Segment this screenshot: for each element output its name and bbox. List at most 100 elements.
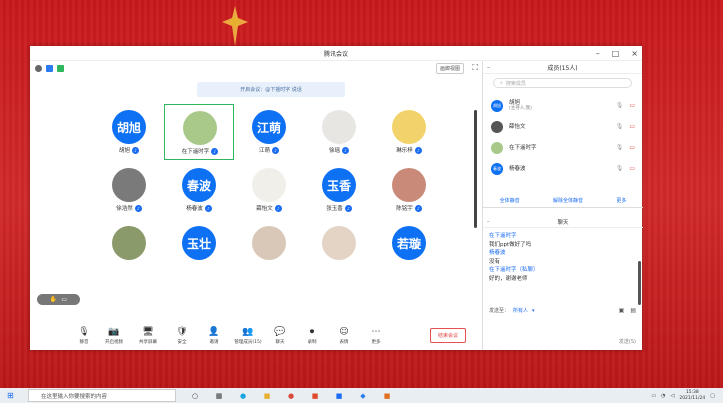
mic-icon[interactable]: 🎙 xyxy=(616,102,624,109)
participant-avatar: 若璇 xyxy=(392,226,426,260)
participant-tile[interactable]: 徐瑶 ♪ xyxy=(304,104,374,160)
fullscreen-icon[interactable]: ⛶ xyxy=(472,63,478,73)
participant-tile[interactable]: 胡旭 胡旭 ♪ xyxy=(94,104,164,160)
send-to-select[interactable]: 所有人 xyxy=(513,307,528,314)
share-screen-button[interactable]: 🖥 共享屏幕 xyxy=(134,322,162,350)
maximize-icon[interactable]: □ xyxy=(612,49,620,58)
toolbar-label: 共享屏幕 xyxy=(139,339,157,345)
close-icon[interactable]: × xyxy=(631,49,638,58)
task-view-icon[interactable]: ○ xyxy=(183,389,207,402)
participant-tile[interactable]: 薛怡文 ♪ xyxy=(234,162,304,218)
participant-tile[interactable]: 在下遥时字 ♪ xyxy=(164,104,234,160)
members-button[interactable]: 👥 管理成员(15) xyxy=(234,322,262,350)
participant-tile[interactable]: 玉香 张玉香 ♪ xyxy=(304,162,374,218)
send-button[interactable]: 发送(S) xyxy=(619,338,636,345)
participant-name: 江萌 ♪ xyxy=(234,146,304,154)
edge-icon[interactable]: ● xyxy=(231,389,255,402)
file-icon[interactable]: ▤ xyxy=(630,307,636,314)
chat-messages: 在下遥时字 我们ppt做好了吗 杨春波 没有 在下遥时字（私聊） 好的，谢谢老师 xyxy=(483,228,643,283)
mic-icon: ♪ xyxy=(204,204,212,212)
participant-tile[interactable]: 江萌 江萌 ♪ xyxy=(234,104,304,160)
camera-icon[interactable]: ▭ xyxy=(629,144,635,151)
collapse-icon[interactable]: – xyxy=(487,219,490,225)
chat-line: 在下遥时字 xyxy=(483,232,643,241)
notification-icon[interactable]: ▢ xyxy=(710,393,715,399)
multitask-icon[interactable]: ▦ xyxy=(207,389,231,402)
mic-icon[interactable]: 🎙 xyxy=(616,144,624,151)
meeting-app-icon[interactable]: ◆ xyxy=(351,389,375,402)
participant-tile[interactable]: 琳乐梓 ♪ xyxy=(374,104,444,160)
image-icon[interactable]: ▣ xyxy=(619,307,625,314)
app-icon[interactable]: ■ xyxy=(375,389,399,402)
gallery-view-button[interactable]: 画廊视图 xyxy=(435,63,464,74)
participant-tile[interactable]: 陈铭宇 ♪ xyxy=(374,162,444,218)
participant-tile[interactable] xyxy=(234,220,304,276)
camera-off-button[interactable]: 📷 开启视频 xyxy=(100,322,128,350)
participant-tile[interactable]: 春波 杨春波 ♪ xyxy=(164,162,234,218)
info-icon[interactable] xyxy=(35,64,42,72)
office-icon[interactable]: ■ xyxy=(303,389,327,402)
member-action-button[interactable]: 解除全体静音 xyxy=(553,197,583,204)
member-action-button[interactable]: 更多 xyxy=(616,197,626,204)
members-icon: 👥 xyxy=(242,326,254,337)
member-row[interactable]: 薛怡文 🎙 ▭ xyxy=(483,116,643,137)
participant-avatar xyxy=(112,168,146,202)
chat-scrollbar[interactable] xyxy=(638,261,641,305)
participant-tile[interactable] xyxy=(94,220,164,276)
camera-off-icon: 📷 xyxy=(108,326,120,337)
member-name-block: 杨春波 xyxy=(509,166,526,172)
member-action-button[interactable]: 全体静音 xyxy=(500,197,520,204)
camera-icon[interactable]: ▭ xyxy=(629,123,635,130)
participant-name: 徐瑶 ♪ xyxy=(304,146,374,154)
member-search-input[interactable]: ⌕ 搜索成员 xyxy=(493,78,632,88)
volume-icon[interactable]: ◁ xyxy=(670,393,674,399)
record-button[interactable]: ⏺ 录制 xyxy=(298,322,326,350)
chat-icon: 💬 xyxy=(274,326,286,337)
collapse-icon[interactable]: – xyxy=(487,64,490,71)
toolbar-label: 更多 xyxy=(371,339,381,345)
shield-button[interactable]: 🛡 安全 xyxy=(168,322,196,350)
shield-icon[interactable] xyxy=(46,64,53,72)
minimize-icon[interactable]: – xyxy=(596,49,600,58)
mic-icon[interactable]: 🎙 xyxy=(616,165,624,172)
taskbar-apps: ○ ▦ ● ■ ● ■ ■ ◆ ■ xyxy=(183,389,399,402)
participant-avatar xyxy=(392,110,426,144)
record-icon: ⏺ xyxy=(309,326,315,337)
members-header: – 成员(15人) xyxy=(483,61,642,74)
member-row[interactable]: 春波 杨春波 🎙 ▭ xyxy=(483,158,643,179)
members-title: 成员(15人) xyxy=(547,64,578,72)
chat-message: 我们ppt做好了吗 xyxy=(489,241,532,248)
store-icon[interactable]: ■ xyxy=(327,389,351,402)
member-row[interactable]: 在下遥时字 🎙 ▭ xyxy=(483,137,643,158)
clock[interactable]: 15:38 2021/11/24 xyxy=(679,390,705,402)
self-view-toggle[interactable]: ✋ ▭ xyxy=(37,294,80,305)
grid-scrollbar[interactable] xyxy=(474,110,477,228)
folder-icon[interactable]: ■ xyxy=(255,389,279,402)
meeting-toolbar: 结束会议 🎙 静音 📷 开启视频 🖥 共享屏幕 🛡 安全 👤 邀请 👥 管理成员(15) 💬 聊天 ⏺ 录制 ☺… xyxy=(30,322,482,350)
emoji-button[interactable]: ☺ 表情 xyxy=(330,322,358,350)
chevron-down-icon[interactable]: ▾ xyxy=(532,308,535,314)
end-meeting-button[interactable]: 结束会议 xyxy=(430,328,466,343)
member-row[interactable]: 胡旭 胡旭 (主持人,我) 🎙 ▭ xyxy=(483,95,643,116)
chat-button[interactable]: 💬 聊天 xyxy=(266,322,294,350)
windows-start-icon[interactable]: ⊞ xyxy=(7,391,14,400)
participant-tile[interactable]: 徐浩然 ♪ xyxy=(94,162,164,218)
participant-tile[interactable] xyxy=(304,220,374,276)
participant-tile[interactable]: 玉壮 xyxy=(164,220,234,276)
invite-button[interactable]: 👤 邀请 xyxy=(200,322,228,350)
signal-icon[interactable] xyxy=(57,64,64,72)
mic-button[interactable]: 🎙 静音 xyxy=(70,322,98,350)
chrome-icon[interactable]: ● xyxy=(279,389,303,402)
camera-icon[interactable]: ▭ xyxy=(629,165,635,172)
toolbar-label: 开启视频 xyxy=(105,339,123,345)
network-icon[interactable]: ◔ xyxy=(661,393,665,399)
mic-icon[interactable]: 🎙 xyxy=(616,123,624,130)
battery-icon[interactable]: ▭ xyxy=(651,393,656,399)
participant-tile[interactable]: 若璇 xyxy=(374,220,444,276)
participant-avatar xyxy=(252,168,286,202)
participant-avatar: 胡旭 xyxy=(112,110,146,144)
chat-panel: – 聊天 在下遥时字 我们ppt做好了吗 杨春波 没有 在下遥时字（私聊） 好的，谢谢老师 xyxy=(483,217,643,305)
camera-icon[interactable]: ▭ xyxy=(629,102,635,109)
more-button[interactable]: ⋯ 更多 xyxy=(362,322,390,350)
taskbar-search-input[interactable]: 在这里输入你要搜索的内容 xyxy=(28,389,176,402)
